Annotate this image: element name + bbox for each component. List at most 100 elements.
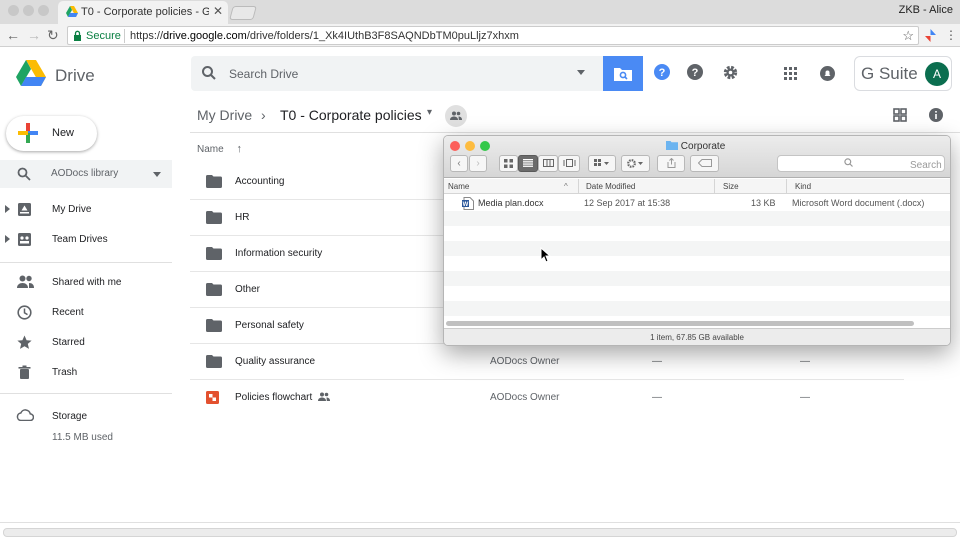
sort-arrow-up-icon[interactable]: ↑	[236, 143, 242, 155]
action-menu-button[interactable]	[621, 155, 650, 172]
page-horizontal-scrollbar[interactable]	[3, 528, 957, 537]
apps-grid-icon[interactable]	[784, 67, 797, 80]
finder-titlebar[interactable]: Corporate ‹ › Search	[444, 136, 950, 178]
file-name: Information security	[235, 248, 323, 259]
sidebar-item-starred[interactable]: Starred	[0, 330, 172, 356]
aodocs-library-select[interactable]: AODocs library	[0, 160, 172, 188]
sort-ascending-icon[interactable]: ^	[564, 182, 568, 191]
folder-icon	[206, 211, 222, 224]
avatar[interactable]: A	[925, 62, 949, 86]
bookmark-star-icon[interactable]: ☆	[902, 28, 914, 44]
search-placeholder: Search Drive	[229, 67, 299, 81]
file-last-modified: —	[652, 356, 662, 367]
aodocs-library-label: AODocs library	[51, 168, 119, 179]
details-info-icon[interactable]	[929, 108, 943, 122]
new-button[interactable]: New	[6, 116, 97, 151]
forward-icon[interactable]: →	[27, 27, 41, 43]
arrange-grid-icon	[594, 159, 609, 166]
star-icon	[17, 335, 32, 349]
finder-col-name[interactable]: Name	[448, 182, 469, 191]
list-view-button[interactable]	[518, 155, 538, 172]
aodocs-help-icon[interactable]: ?	[654, 64, 670, 80]
svg-text:?: ?	[692, 67, 699, 79]
drive-logo-icon[interactable]	[16, 60, 46, 87]
team-drives-icon	[18, 233, 31, 246]
share-button[interactable]	[657, 155, 685, 172]
sidebar-item-recent[interactable]: Recent	[0, 300, 172, 326]
file-owner: AODocs Owner	[490, 356, 560, 367]
help-icon[interactable]: ?	[687, 64, 703, 80]
browser-tab[interactable]: T0 - Corporate policies - Goog ✕	[58, 1, 228, 24]
finder-close-button[interactable]	[450, 141, 460, 151]
edit-tags-button[interactable]	[690, 155, 719, 172]
table-row[interactable]: Quality assurance AODocs Owner — —	[190, 344, 904, 380]
finder-empty-row	[444, 241, 950, 256]
notifications-bell-icon[interactable]	[820, 66, 835, 81]
breadcrumb-current[interactable]: T0 - Corporate policies	[280, 107, 422, 123]
mouse-pointer-icon	[540, 247, 551, 263]
gallery-view-icon	[563, 159, 575, 167]
tab-close-icon[interactable]: ✕	[213, 4, 223, 18]
search-input[interactable]: Search Drive	[191, 56, 603, 91]
new-button-label: New	[52, 127, 75, 139]
breadcrumb-separator: ›	[261, 107, 266, 123]
finder-search-input[interactable]: Search	[777, 155, 945, 172]
sidebar-item-team-drives[interactable]: Team Drives	[0, 227, 172, 253]
tab-title: T0 - Corporate policies - Goog	[81, 6, 209, 18]
window-zoom-button[interactable]	[38, 5, 49, 16]
file-owner: AODocs Owner	[490, 392, 560, 403]
breadcrumb-root[interactable]: My Drive	[197, 107, 252, 123]
folder-menu-caret-icon[interactable]: ▾	[427, 107, 432, 118]
column-divider[interactable]	[714, 179, 715, 194]
finder-forward-button[interactable]: ›	[469, 155, 487, 172]
trash-icon	[18, 365, 31, 379]
window-minimize-button[interactable]	[23, 5, 34, 16]
secure-label: Secure	[86, 30, 121, 42]
finder-file-row[interactable]: W Media plan.docx 12 Sep 2017 at 15:38 1…	[444, 196, 950, 211]
people-icon	[450, 111, 462, 120]
expand-arrow-icon[interactable]	[5, 205, 10, 213]
finder-col-kind[interactable]: Kind	[795, 182, 811, 191]
finder-col-size[interactable]: Size	[723, 182, 739, 191]
sidebar-item-my-drive[interactable]: My Drive	[0, 197, 172, 223]
storage-label[interactable]: Storage	[52, 411, 87, 422]
gsuite-account-button[interactable]: G Suite A	[854, 56, 952, 91]
column-view-button[interactable]	[538, 155, 558, 172]
finder-horizontal-scrollbar[interactable]	[446, 321, 914, 326]
search-options-icon[interactable]	[577, 70, 585, 75]
column-divider[interactable]	[786, 179, 787, 194]
sidebar-item-trash[interactable]: Trash	[0, 360, 172, 386]
finder-back-button[interactable]: ‹	[450, 155, 468, 172]
gallery-view-button[interactable]	[558, 155, 580, 172]
address-bar[interactable]: Secure https://drive.google.com/drive/fo…	[67, 26, 919, 45]
browser-menu-icon[interactable]: ⋮	[945, 28, 957, 42]
expand-arrow-icon[interactable]	[5, 235, 10, 243]
plus-icon	[18, 123, 38, 143]
image-search-button[interactable]	[603, 56, 643, 91]
finder-empty-row	[444, 226, 950, 241]
folder-icon	[206, 283, 222, 296]
back-icon[interactable]: ←	[6, 27, 20, 43]
new-tab-button[interactable]	[229, 6, 257, 20]
finder-minimize-button[interactable]	[465, 141, 475, 151]
table-row[interactable]: Policies flowchart AODocs Owner — —	[190, 380, 904, 416]
icon-view-button[interactable]	[499, 155, 518, 172]
arrange-menu-button[interactable]	[588, 155, 616, 172]
storage-used: 11.5 MB used	[52, 432, 113, 443]
finder-title-text: Corporate	[680, 141, 726, 152]
extension-icon[interactable]	[925, 29, 936, 42]
folder-icon	[666, 141, 678, 150]
finder-zoom-button[interactable]	[480, 141, 490, 151]
finder-window[interactable]: Corporate ‹ › Search Name ^ Date Modifie…	[443, 135, 951, 346]
finder-file-name: Media plan.docx	[478, 198, 544, 208]
window-close-button[interactable]	[8, 5, 19, 16]
grid-view-icon[interactable]	[893, 108, 907, 122]
profile-name[interactable]: ZKB - Alice	[899, 4, 953, 16]
finder-col-date-modified[interactable]: Date Modified	[586, 182, 635, 191]
name-column-header[interactable]: Name ↑	[197, 143, 242, 155]
reload-icon[interactable]: ↻	[47, 27, 59, 44]
column-divider[interactable]	[578, 179, 579, 194]
shared-folder-button[interactable]	[445, 105, 467, 127]
settings-gear-icon[interactable]	[722, 64, 739, 81]
sidebar-item-shared-with-me[interactable]: Shared with me	[0, 270, 172, 296]
